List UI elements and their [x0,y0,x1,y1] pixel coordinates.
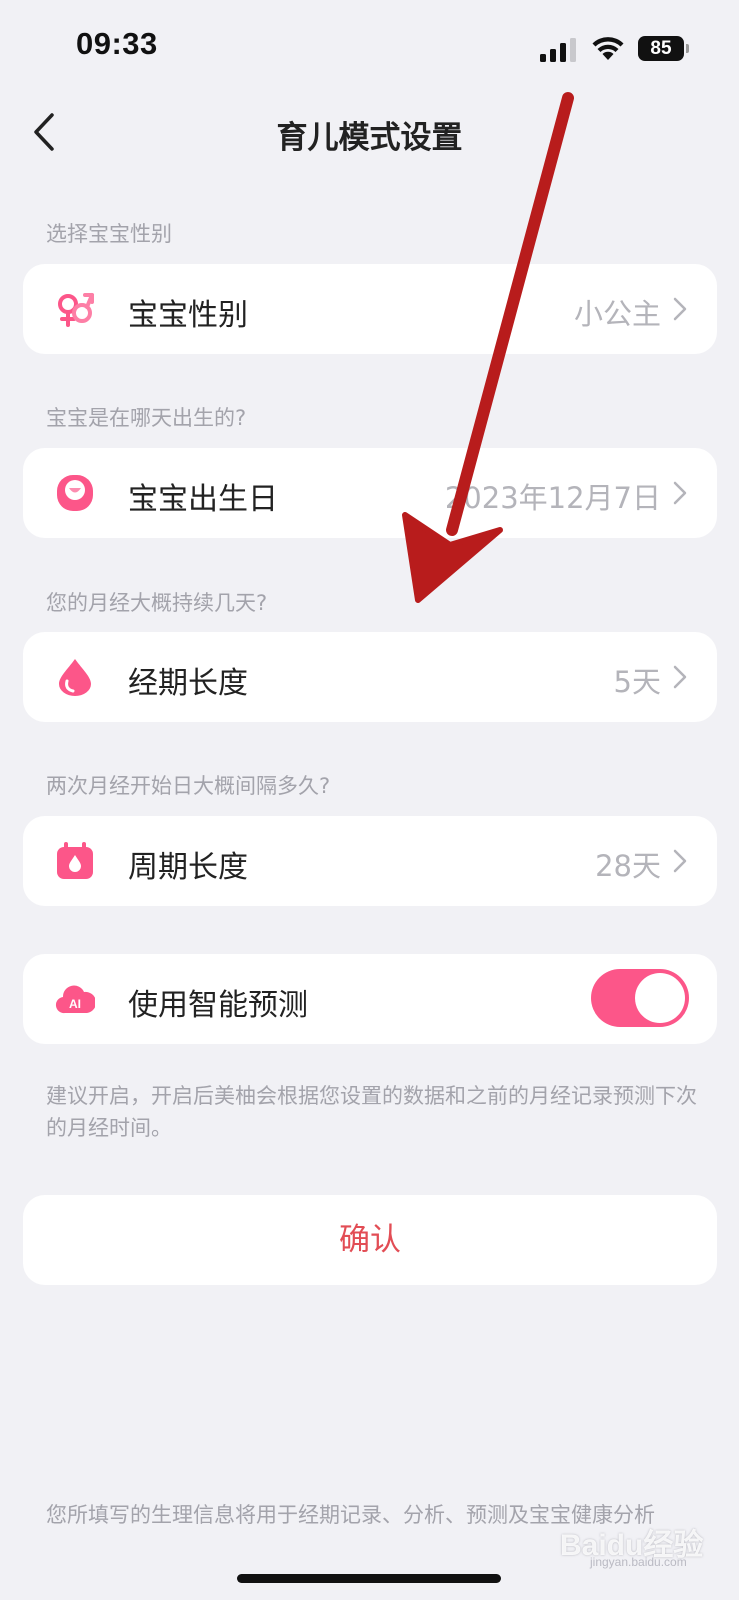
nav-bar: 育儿模式设置 [0,100,739,164]
chevron-right-icon [673,849,687,873]
row-label: 使用智能预测 [128,988,308,1023]
battery-nub [686,44,689,53]
chevron-right-icon [673,481,687,505]
smart-prediction-hint: 建议开启，开启后美柚会根据您设置的数据和之前的月经记录预测下次的月经时间。 [46,1084,697,1140]
chevron-right-icon [673,297,687,321]
home-indicator [237,1574,501,1583]
row-value: 2023年12月7日 [444,481,661,515]
section-label-cycle: 两次月经开始日大概间隔多久? [46,774,331,798]
chevron-right-icon [673,665,687,689]
row-value: 5天 [613,665,661,699]
battery-indicator: 85 [638,36,684,61]
cellular-signal-icon [540,38,576,62]
ai-cloud-icon: AI [55,985,95,1014]
row-baby-birthday[interactable]: 宝宝出生日 2023年12月7日 [23,448,717,538]
status-bar: 09:33 85 [0,0,739,100]
confirm-button[interactable]: 确认 [23,1195,717,1285]
toggle-knob [635,973,685,1023]
drop-icon [59,659,91,696]
row-period-length[interactable]: 经期长度 5天 [23,632,717,722]
svg-text:AI: AI [69,997,81,1011]
smart-prediction-toggle[interactable] [591,969,689,1027]
baby-face-icon [57,475,93,511]
row-label: 经期长度 [128,666,248,701]
page-title: 育儿模式设置 [276,120,463,156]
row-value: 小公主 [573,297,661,331]
status-time: 09:33 [76,26,158,61]
row-label: 周期长度 [128,850,248,885]
wifi-icon [592,37,624,60]
row-cycle-length[interactable]: 周期长度 28天 [23,816,717,906]
row-smart-prediction: AI 使用智能预测 [23,954,717,1044]
gender-icon [58,293,94,327]
row-value: 28天 [595,849,661,883]
baidu-watermark-url: jingyan.baidu.com [590,1555,687,1569]
row-label: 宝宝出生日 [128,482,278,517]
row-label: 宝宝性别 [128,298,248,333]
section-label-birthday: 宝宝是在哪天出生的? [46,406,247,430]
section-label-period: 您的月经大概持续几天? [46,591,268,615]
calendar-drop-icon [57,842,93,879]
section-label-gender: 选择宝宝性别 [46,222,172,246]
row-baby-gender[interactable]: 宝宝性别 小公主 [23,264,717,354]
